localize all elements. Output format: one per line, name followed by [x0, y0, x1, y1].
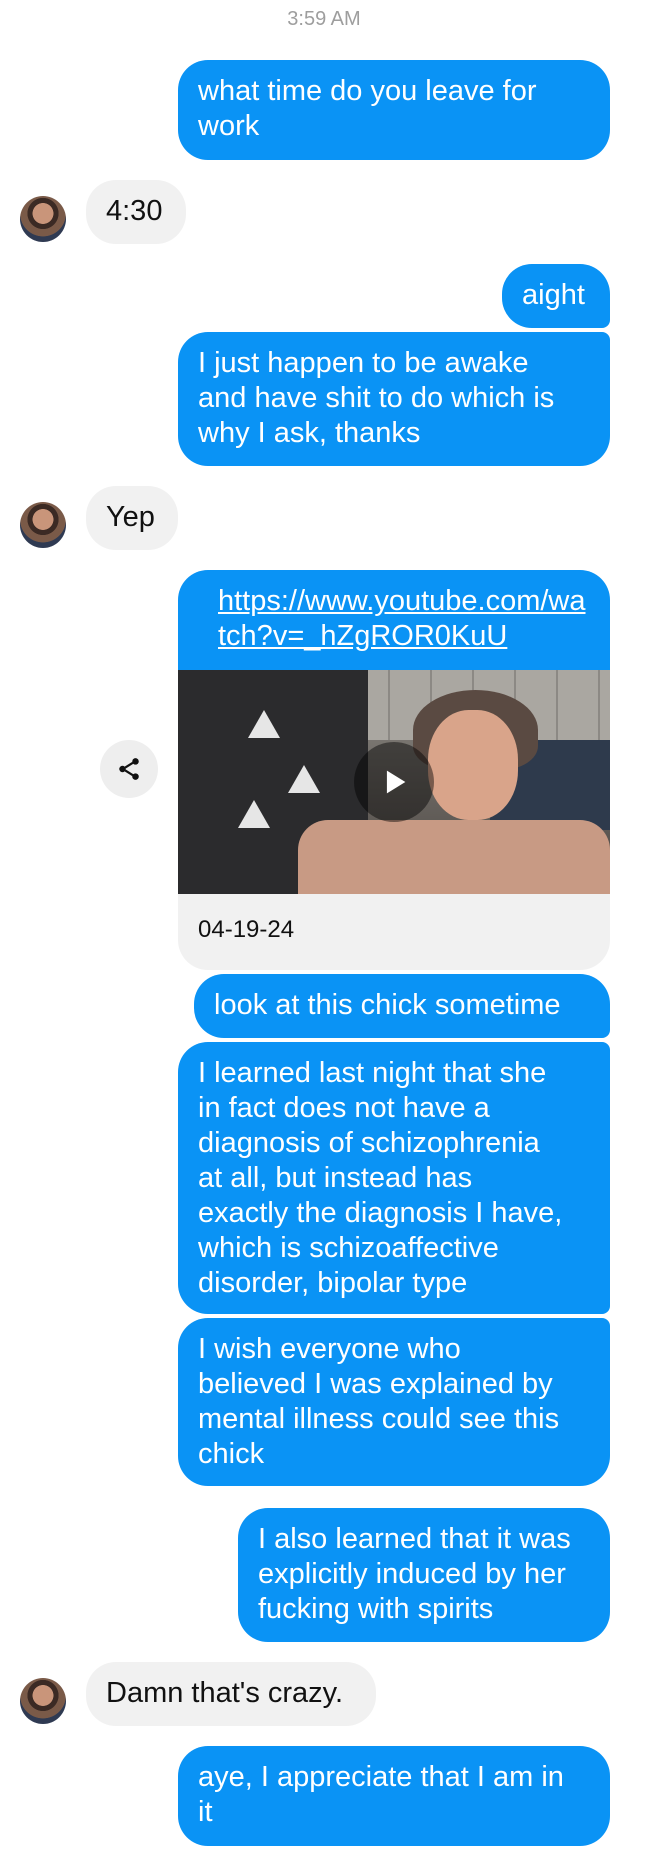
timestamp: 3:59 AM	[287, 8, 361, 30]
play-icon	[386, 770, 406, 794]
message-bubble[interactable]: look at this chick sometime	[194, 974, 610, 1038]
message-bubble[interactable]: I also learned that it was explicitly in…	[238, 1508, 610, 1642]
avatar[interactable]	[20, 1678, 66, 1724]
message-bubble[interactable]: aight	[502, 264, 610, 328]
thumbnail-hands	[298, 820, 610, 894]
avatar[interactable]	[20, 502, 66, 548]
message-bubble[interactable]: I wish everyone who believed I was expla…	[178, 1318, 610, 1486]
share-button[interactable]	[100, 740, 158, 798]
message-bubble[interactable]: Damn that's crazy.	[86, 1662, 376, 1726]
message-bubble[interactable]: I just happen to be awake and have shit …	[178, 332, 610, 466]
message-bubble[interactable]: Yep	[86, 486, 178, 550]
link-url[interactable]: https://www.youtube.com/watch?v=_hZgROR0…	[218, 584, 590, 654]
link-preview-card[interactable]: https://www.youtube.com/watch?v=_hZgROR0…	[178, 570, 610, 970]
message-bubble[interactable]: what time do you leave for work	[178, 60, 610, 160]
message-bubble[interactable]: I learned last night that she in fact do…	[178, 1042, 610, 1314]
share-icon	[119, 758, 139, 780]
link-date: 04-19-24	[198, 916, 295, 943]
message-bubble[interactable]: aye, I appreciate that I am in it	[178, 1746, 610, 1846]
link-header: https://www.youtube.com/watch?v=_hZgROR0…	[178, 570, 610, 670]
play-button[interactable]	[354, 742, 434, 822]
thumbnail-person-face	[428, 710, 518, 820]
video-thumbnail[interactable]	[178, 670, 610, 894]
avatar[interactable]	[20, 196, 66, 242]
message-bubble[interactable]: 4:30	[86, 180, 186, 244]
